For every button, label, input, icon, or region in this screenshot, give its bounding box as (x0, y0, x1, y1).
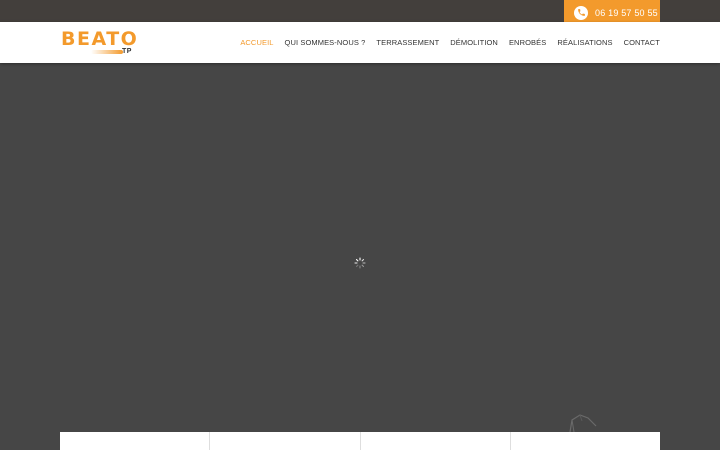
nav-item-terrassement[interactable]: TERRASSEMENT (376, 38, 439, 47)
logo-text: BEATO (61, 28, 139, 50)
feature-tile[interactable] (510, 432, 660, 450)
nav-item-qui-sommes-nous[interactable]: QUI SOMMES-NOUS ? (285, 38, 366, 47)
loading-spinner-icon (354, 256, 366, 269)
nav-item-realisations[interactable]: RÉALISATIONS (557, 38, 612, 47)
nav-item-accueil[interactable]: ACCUEIL (240, 38, 273, 47)
excavator-illustration (566, 412, 600, 434)
nav-item-contact[interactable]: CONTACT (624, 38, 660, 47)
logo[interactable]: BEATO TP (61, 28, 139, 58)
main-nav: ACCUEIL QUI SOMMES-NOUS ? TERRASSEMENT D… (229, 22, 660, 63)
phone-icon (574, 5, 588, 20)
feature-tiles (60, 432, 660, 450)
logo-swoosh (91, 50, 123, 54)
feature-tile[interactable] (360, 432, 511, 450)
nav-item-demolition[interactable]: DÉMOLITION (450, 38, 498, 47)
feature-tile[interactable] (60, 432, 211, 450)
phone-number[interactable]: 06 19 57 50 55 (595, 8, 658, 18)
logo-subtext: TP (122, 48, 132, 55)
nav-item-enrobes[interactable]: ENROBÉS (509, 38, 546, 47)
feature-tile[interactable] (210, 432, 361, 450)
